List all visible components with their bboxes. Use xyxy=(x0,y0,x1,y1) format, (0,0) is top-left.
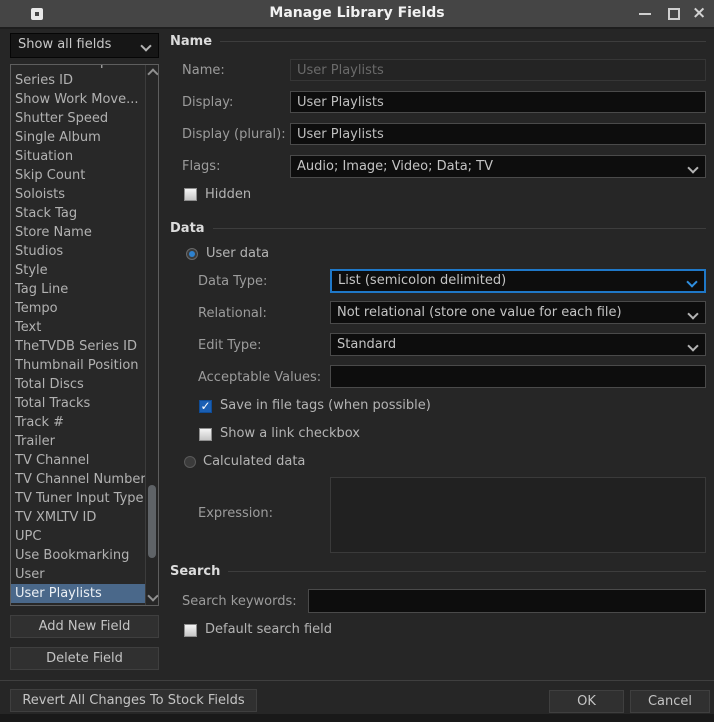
list-item[interactable]: Series ID xyxy=(11,71,147,90)
revert-all-changes-button[interactable]: Revert All Changes To Stock Fields xyxy=(10,689,257,712)
list-item[interactable]: Total Tracks xyxy=(11,394,147,413)
manage-library-fields-dialog: Manage Library Fields × Show all fields … xyxy=(0,0,714,722)
search-section-header: Search xyxy=(170,564,706,579)
field-list-items: Series DescriptionSeries IDShow Work Mov… xyxy=(11,64,158,603)
show-link-checkbox[interactable]: ✓ xyxy=(199,428,212,441)
list-item[interactable]: Track # xyxy=(11,413,147,432)
chevron-down-icon xyxy=(687,308,698,319)
edit-type-value: Standard xyxy=(337,337,396,352)
list-item[interactable]: Tag Line xyxy=(11,280,147,299)
chevron-down-icon xyxy=(686,276,697,287)
list-item[interactable]: TV XMLTV ID xyxy=(11,508,147,527)
edit-type-select[interactable]: Standard xyxy=(330,333,706,356)
edit-type-label: Edit Type: xyxy=(198,338,262,353)
user-data-radio[interactable] xyxy=(186,248,198,260)
add-new-field-button[interactable]: Add New Field xyxy=(10,615,159,638)
acceptable-values-input[interactable] xyxy=(330,365,706,388)
search-keywords-label: Search keywords: xyxy=(182,594,297,609)
display-label: Display: xyxy=(182,95,233,110)
titlebar: Manage Library Fields × xyxy=(0,0,714,29)
save-in-file-tags-label: Save in file tags (when possible) xyxy=(220,398,431,413)
show-link-checkbox-label: Show a link checkbox xyxy=(220,426,360,441)
list-item[interactable]: TV Channel Number xyxy=(11,470,147,489)
relational-value: Not relational (store one value for each… xyxy=(337,305,622,320)
data-section-header: Data xyxy=(170,221,706,236)
chevron-down-icon xyxy=(140,40,151,51)
list-item[interactable]: Single Album xyxy=(11,128,147,147)
default-search-checkbox[interactable]: ✓ xyxy=(184,624,197,637)
field-filter-select[interactable]: Show all fields xyxy=(10,33,159,58)
display-plural-label: Display (plural): xyxy=(182,127,286,142)
calculated-data-label: Calculated data xyxy=(203,454,305,469)
list-item[interactable]: Text xyxy=(11,318,147,337)
list-item[interactable]: Style xyxy=(11,261,147,280)
minimize-button[interactable] xyxy=(632,0,658,27)
name-label: Name: xyxy=(182,63,225,78)
list-item[interactable]: User xyxy=(11,565,147,584)
chevron-down-icon xyxy=(687,340,698,351)
hidden-checkbox-label: Hidden xyxy=(205,187,251,202)
scrollbar-thumb[interactable] xyxy=(148,485,156,558)
list-item[interactable]: Skip Count xyxy=(11,166,147,185)
list-item[interactable]: Studios xyxy=(11,242,147,261)
cancel-button[interactable]: Cancel xyxy=(630,690,710,713)
maximize-icon xyxy=(668,8,680,20)
flags-label: Flags: xyxy=(182,159,220,174)
list-item[interactable]: Situation xyxy=(11,147,147,166)
close-icon: × xyxy=(692,3,706,23)
list-item[interactable]: TV Tuner Input Type xyxy=(11,489,147,508)
list-item[interactable]: User Playlists xyxy=(11,584,147,603)
maximize-button[interactable] xyxy=(660,0,686,27)
name-input xyxy=(290,59,706,81)
expression-textarea xyxy=(330,477,706,553)
scroll-up-icon[interactable] xyxy=(147,68,158,79)
close-button[interactable]: × xyxy=(686,0,712,27)
list-item[interactable]: Show Work Move... xyxy=(11,90,147,109)
data-type-value: List (semicolon delimited) xyxy=(338,273,506,288)
list-item[interactable]: Store Name xyxy=(11,223,147,242)
list-item[interactable]: Shutter Speed xyxy=(11,109,147,128)
list-item[interactable]: Tempo xyxy=(11,299,147,318)
list-item[interactable]: TheTVDB Series ID xyxy=(11,337,147,356)
user-data-label: User data xyxy=(206,246,269,261)
delete-field-button[interactable]: Delete Field xyxy=(10,647,159,670)
save-in-file-tags-checkbox[interactable]: ✓ xyxy=(199,400,212,413)
ok-button[interactable]: OK xyxy=(549,690,624,713)
field-list[interactable]: Series DescriptionSeries IDShow Work Mov… xyxy=(10,64,159,606)
hidden-checkbox[interactable]: ✓ xyxy=(184,188,197,201)
default-search-label: Default search field xyxy=(205,622,332,637)
list-item[interactable]: Series Description xyxy=(11,64,147,71)
window-title: Manage Library Fields xyxy=(0,5,714,21)
scrollbar[interactable] xyxy=(145,65,158,605)
chevron-down-icon xyxy=(687,162,698,173)
search-keywords-input[interactable] xyxy=(308,589,706,613)
data-type-select[interactable]: List (semicolon delimited) xyxy=(330,269,706,293)
list-item[interactable]: Total Discs xyxy=(11,375,147,394)
list-item[interactable]: TV Channel xyxy=(11,451,147,470)
list-item[interactable]: Soloists xyxy=(11,185,147,204)
window-bottom-edge xyxy=(0,714,714,722)
display-plural-input[interactable] xyxy=(290,123,706,145)
list-item[interactable]: Trailer xyxy=(11,432,147,451)
acceptable-values-label: Acceptable Values: xyxy=(198,370,321,385)
scroll-down-icon[interactable] xyxy=(147,590,158,601)
relational-label: Relational: xyxy=(198,306,267,321)
relational-select[interactable]: Not relational (store one value for each… xyxy=(330,301,706,324)
list-item[interactable]: UPC xyxy=(11,527,147,546)
display-input[interactable] xyxy=(290,91,706,113)
name-section-header: Name xyxy=(170,34,706,49)
expression-label: Expression: xyxy=(198,506,273,521)
flags-select[interactable]: Audio; Image; Video; Data; TV xyxy=(290,155,706,178)
flags-value: Audio; Image; Video; Data; TV xyxy=(297,159,493,174)
field-filter-value: Show all fields xyxy=(18,37,111,52)
footer-separator xyxy=(0,680,714,681)
data-type-label: Data Type: xyxy=(198,274,267,289)
list-item[interactable]: Stack Tag xyxy=(11,204,147,223)
list-item[interactable]: Use Bookmarking xyxy=(11,546,147,565)
calculated-data-radio[interactable] xyxy=(184,456,196,468)
minimize-icon xyxy=(639,13,651,15)
list-item[interactable]: Thumbnail Position xyxy=(11,356,147,375)
